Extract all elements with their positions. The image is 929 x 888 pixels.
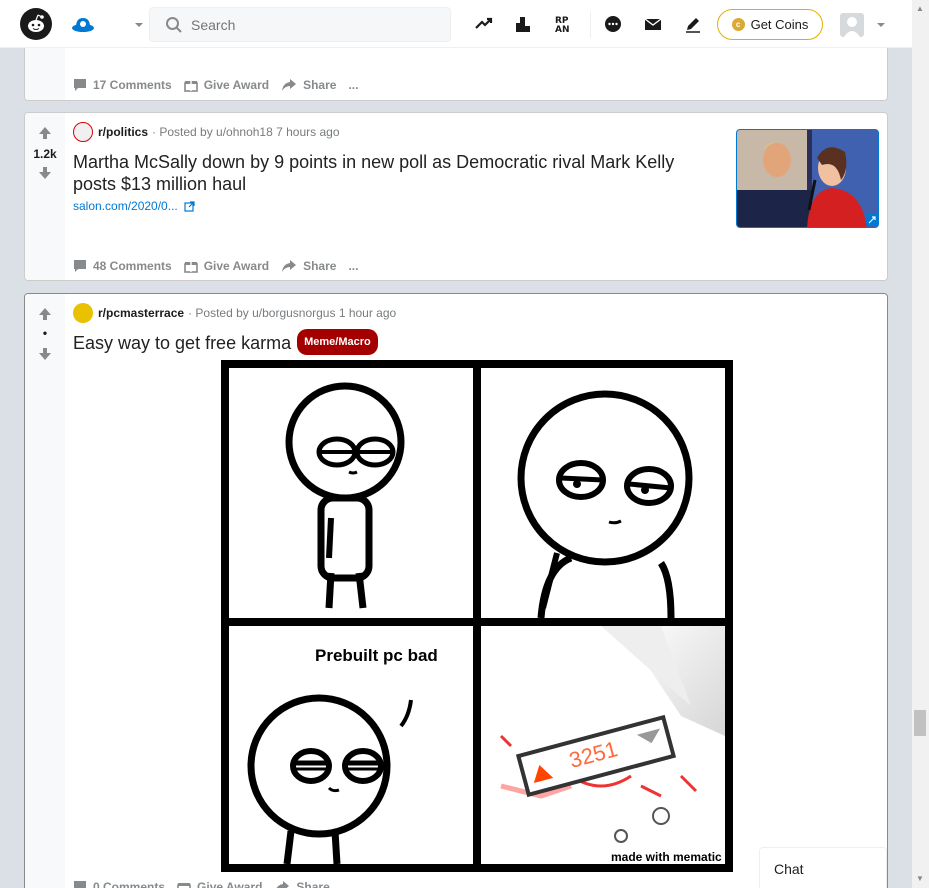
chat-icon[interactable] xyxy=(602,13,624,35)
upvote-icon[interactable] xyxy=(37,125,53,141)
comment-icon xyxy=(74,79,86,91)
chevron-down-icon[interactable] xyxy=(132,18,146,32)
more-options-icon[interactable]: ... xyxy=(348,78,358,92)
post-flair[interactable]: Meme/Macro xyxy=(297,329,378,355)
scrollbar-thumb[interactable] xyxy=(914,710,926,736)
create-post-icon[interactable] xyxy=(682,13,704,35)
vote-bar: 1.2k xyxy=(25,113,65,280)
scrollbar[interactable] xyxy=(912,0,929,888)
scroll-down-icon[interactable]: ▼ xyxy=(916,874,924,883)
post-link[interactable]: salon.com/2020/0... xyxy=(73,199,195,213)
get-coins-button[interactable]: c Get Coins xyxy=(717,9,823,40)
comments-button[interactable]: 17 Comments xyxy=(73,78,172,92)
post-actions: 17 Comments Give Award Share ... xyxy=(73,78,370,92)
coin-icon: c xyxy=(731,18,745,31)
svg-text:AN: AN xyxy=(555,25,570,34)
chevron-down-icon[interactable] xyxy=(874,18,888,32)
vote-score: 1.2k xyxy=(33,147,57,161)
comments-button[interactable]: 48 Comments xyxy=(73,259,172,273)
share-button[interactable]: Share xyxy=(281,259,336,273)
mail-icon[interactable] xyxy=(642,13,664,35)
post-card[interactable]: 17 Comments Give Award Share ... xyxy=(24,40,888,101)
reddit-logo-icon[interactable] xyxy=(20,8,52,40)
post-card[interactable]: 1.2k r/politics · Posted by u/ohnoh18 7 … xyxy=(24,112,888,281)
get-coins-label: Get Coins xyxy=(750,17,809,32)
post-title[interactable]: Martha McSally down by 9 points in new p… xyxy=(73,151,713,195)
search-input[interactable] xyxy=(191,16,431,33)
meme-panel: 3251 made with mematic xyxy=(481,626,725,864)
more-options-icon[interactable]: ... xyxy=(342,880,352,888)
meme-panel xyxy=(481,368,725,618)
vote-bar xyxy=(25,41,65,100)
chat-button[interactable]: Chat xyxy=(759,847,887,888)
search-bar[interactable] xyxy=(149,7,451,42)
rpan-icon[interactable]: RP AN xyxy=(553,13,575,35)
subreddit-icon[interactable] xyxy=(73,122,93,142)
comment-icon xyxy=(74,881,86,888)
search-icon xyxy=(166,16,182,33)
posted-by: · Posted by u/borgusnorgus 1 hour ago xyxy=(188,306,397,320)
comment-icon xyxy=(74,260,86,272)
posted-by: · Posted by u/ohnoh18 7 hours ago xyxy=(152,125,340,139)
comments-button[interactable]: 0 Comments xyxy=(73,880,165,888)
post-card[interactable]: • r/pcmasterrace · Posted by u/borgusnor… xyxy=(24,293,888,888)
vote-score: • xyxy=(42,326,48,340)
gift-icon xyxy=(183,81,198,92)
share-icon xyxy=(282,260,297,272)
downvote-icon[interactable] xyxy=(37,346,53,362)
give-award-button[interactable]: Give Award xyxy=(177,880,262,888)
share-icon xyxy=(282,79,297,91)
share-button[interactable]: Share xyxy=(274,880,330,888)
gift-icon xyxy=(183,262,198,273)
chat-label: Chat xyxy=(774,861,804,877)
give-award-button[interactable]: Give Award xyxy=(183,259,269,273)
home-icon[interactable] xyxy=(70,12,96,36)
subreddit-icon[interactable] xyxy=(73,303,93,323)
gift-icon xyxy=(177,883,191,888)
meme-panel xyxy=(229,368,473,618)
meme-panel: Prebuilt pc bad xyxy=(229,626,473,864)
avatar[interactable] xyxy=(840,13,864,37)
post-meta: r/politics · Posted by u/ohnoh18 7 hours… xyxy=(73,122,340,142)
meme-image[interactable]: Prebuilt pc bad 3251 made with mematic xyxy=(221,360,733,872)
post-title[interactable]: Easy way to get free karma Meme/Macro xyxy=(73,329,378,357)
top-header: RPAN c Get Coins xyxy=(0,0,912,48)
post-thumbnail[interactable] xyxy=(736,129,879,228)
vote-bar: • xyxy=(25,294,65,888)
post-meta: r/pcmasterrace · Posted by u/borgusnorgu… xyxy=(73,303,396,323)
share-icon xyxy=(276,881,290,888)
give-award-button[interactable]: Give Award xyxy=(183,78,269,92)
scroll-up-icon[interactable]: ▲ xyxy=(916,4,924,13)
subreddit-link[interactable]: r/politics xyxy=(98,125,148,139)
post-actions: 48 Comments Give Award Share ... xyxy=(73,259,370,273)
subreddit-link[interactable]: r/pcmasterrace xyxy=(98,306,184,320)
share-button[interactable]: Share xyxy=(281,78,336,92)
header-divider xyxy=(590,12,591,38)
more-options-icon[interactable]: ... xyxy=(348,259,358,273)
post-actions: 0 Comments Give Award Share ... xyxy=(73,880,364,888)
trending-icon[interactable] xyxy=(473,13,495,35)
upvote-icon[interactable] xyxy=(37,306,53,322)
meme-watermark: made with mematic xyxy=(611,850,722,864)
leaderboard-icon[interactable] xyxy=(512,13,534,35)
external-link-icon xyxy=(184,200,195,212)
downvote-icon[interactable] xyxy=(37,165,53,181)
